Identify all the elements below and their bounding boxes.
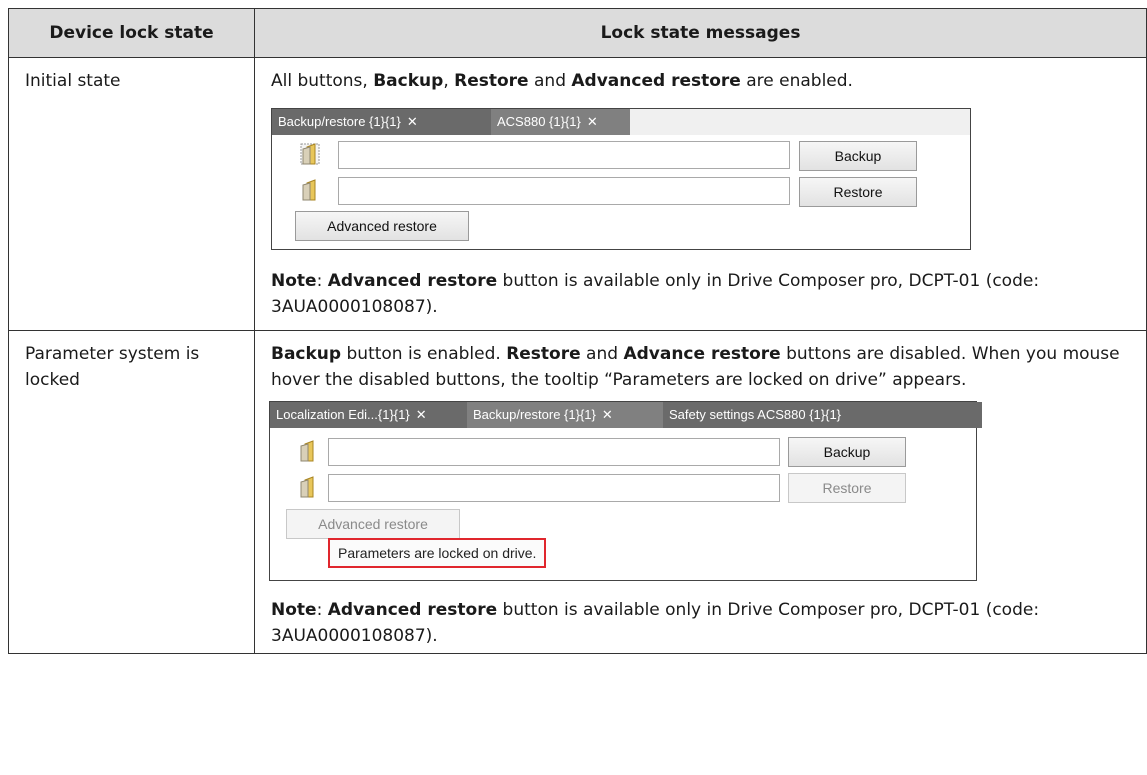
note: Note: Advanced restore button is availab… <box>271 600 1040 646</box>
state-cell: Parameter system is locked <box>8 330 255 654</box>
close-icon[interactable]: ✕ <box>416 407 427 422</box>
folder-icon <box>300 476 314 498</box>
message-cell: Backup button is enabled. Restore and Ad… <box>254 330 1147 654</box>
close-icon[interactable]: ✕ <box>602 407 613 422</box>
tab-backup-restore[interactable]: Backup/restore {1}{1} ✕ <box>467 402 667 428</box>
restore-file-field[interactable] <box>338 177 790 205</box>
tab-backup-restore[interactable]: Backup/restore {1}{1} ✕ <box>272 109 496 135</box>
tab-safety-settings[interactable]: Safety settings ACS880 {1}{1} <box>663 402 982 428</box>
column-header-lock-state-messages: Lock state messages <box>254 8 1147 58</box>
backup-restore-locked-panel-screenshot: Localization Edi...{1}{1} ✕ Backup/restor… <box>269 401 982 581</box>
advanced-restore-button[interactable]: Advanced restore <box>286 509 460 539</box>
close-icon[interactable]: ✕ <box>587 114 598 129</box>
restore-button[interactable]: Restore <box>788 473 906 503</box>
folder-icon <box>300 440 314 462</box>
advanced-restore-button[interactable]: Advanced restore <box>295 211 469 241</box>
tab-bar: Localization Edi...{1}{1} ✕ Backup/restor… <box>270 402 982 428</box>
close-icon[interactable]: ✕ <box>407 114 418 129</box>
message-cell: All buttons, Backup, Restore and Advance… <box>254 57 1147 331</box>
folder-icon <box>300 143 320 165</box>
lock-state-table: Device lock state Lock state messages In… <box>8 8 1147 654</box>
column-header-device-lock-state: Device lock state <box>8 8 255 58</box>
folder-icon <box>302 179 316 201</box>
tab-bar: Backup/restore {1}{1} ✕ ACS880 {1}{1} ✕ <box>272 109 970 135</box>
backup-restore-panel-screenshot: Backup/restore {1}{1} ✕ ACS880 {1}{1} ✕ Ba… <box>271 108 971 250</box>
backup-file-field[interactable] <box>328 438 780 466</box>
state-description: All buttons, Backup, Restore and Advance… <box>271 71 853 91</box>
table-row: Parameter system is locked Backup button… <box>8 330 1147 654</box>
tab-acs880[interactable]: ACS880 {1}{1} ✕ <box>491 109 630 135</box>
locked-tooltip: Parameters are locked on drive. <box>328 538 547 568</box>
tab-localization-editor[interactable]: Localization Edi...{1}{1} ✕ <box>270 402 471 428</box>
table-header-row: Device lock state Lock state messages <box>8 8 1147 58</box>
backup-button[interactable]: Backup <box>788 437 906 467</box>
restore-file-field[interactable] <box>328 474 780 502</box>
state-cell: Initial state <box>8 57 255 331</box>
table-row: Initial state All buttons, Backup, Resto… <box>8 57 1147 331</box>
backup-file-field[interactable] <box>338 141 790 169</box>
note: Note: Advanced restore button is availab… <box>271 271 1040 317</box>
restore-button[interactable]: Restore <box>799 177 917 207</box>
backup-button[interactable]: Backup <box>799 141 917 171</box>
state-description: Backup button is enabled. Restore and Ad… <box>271 344 1120 390</box>
